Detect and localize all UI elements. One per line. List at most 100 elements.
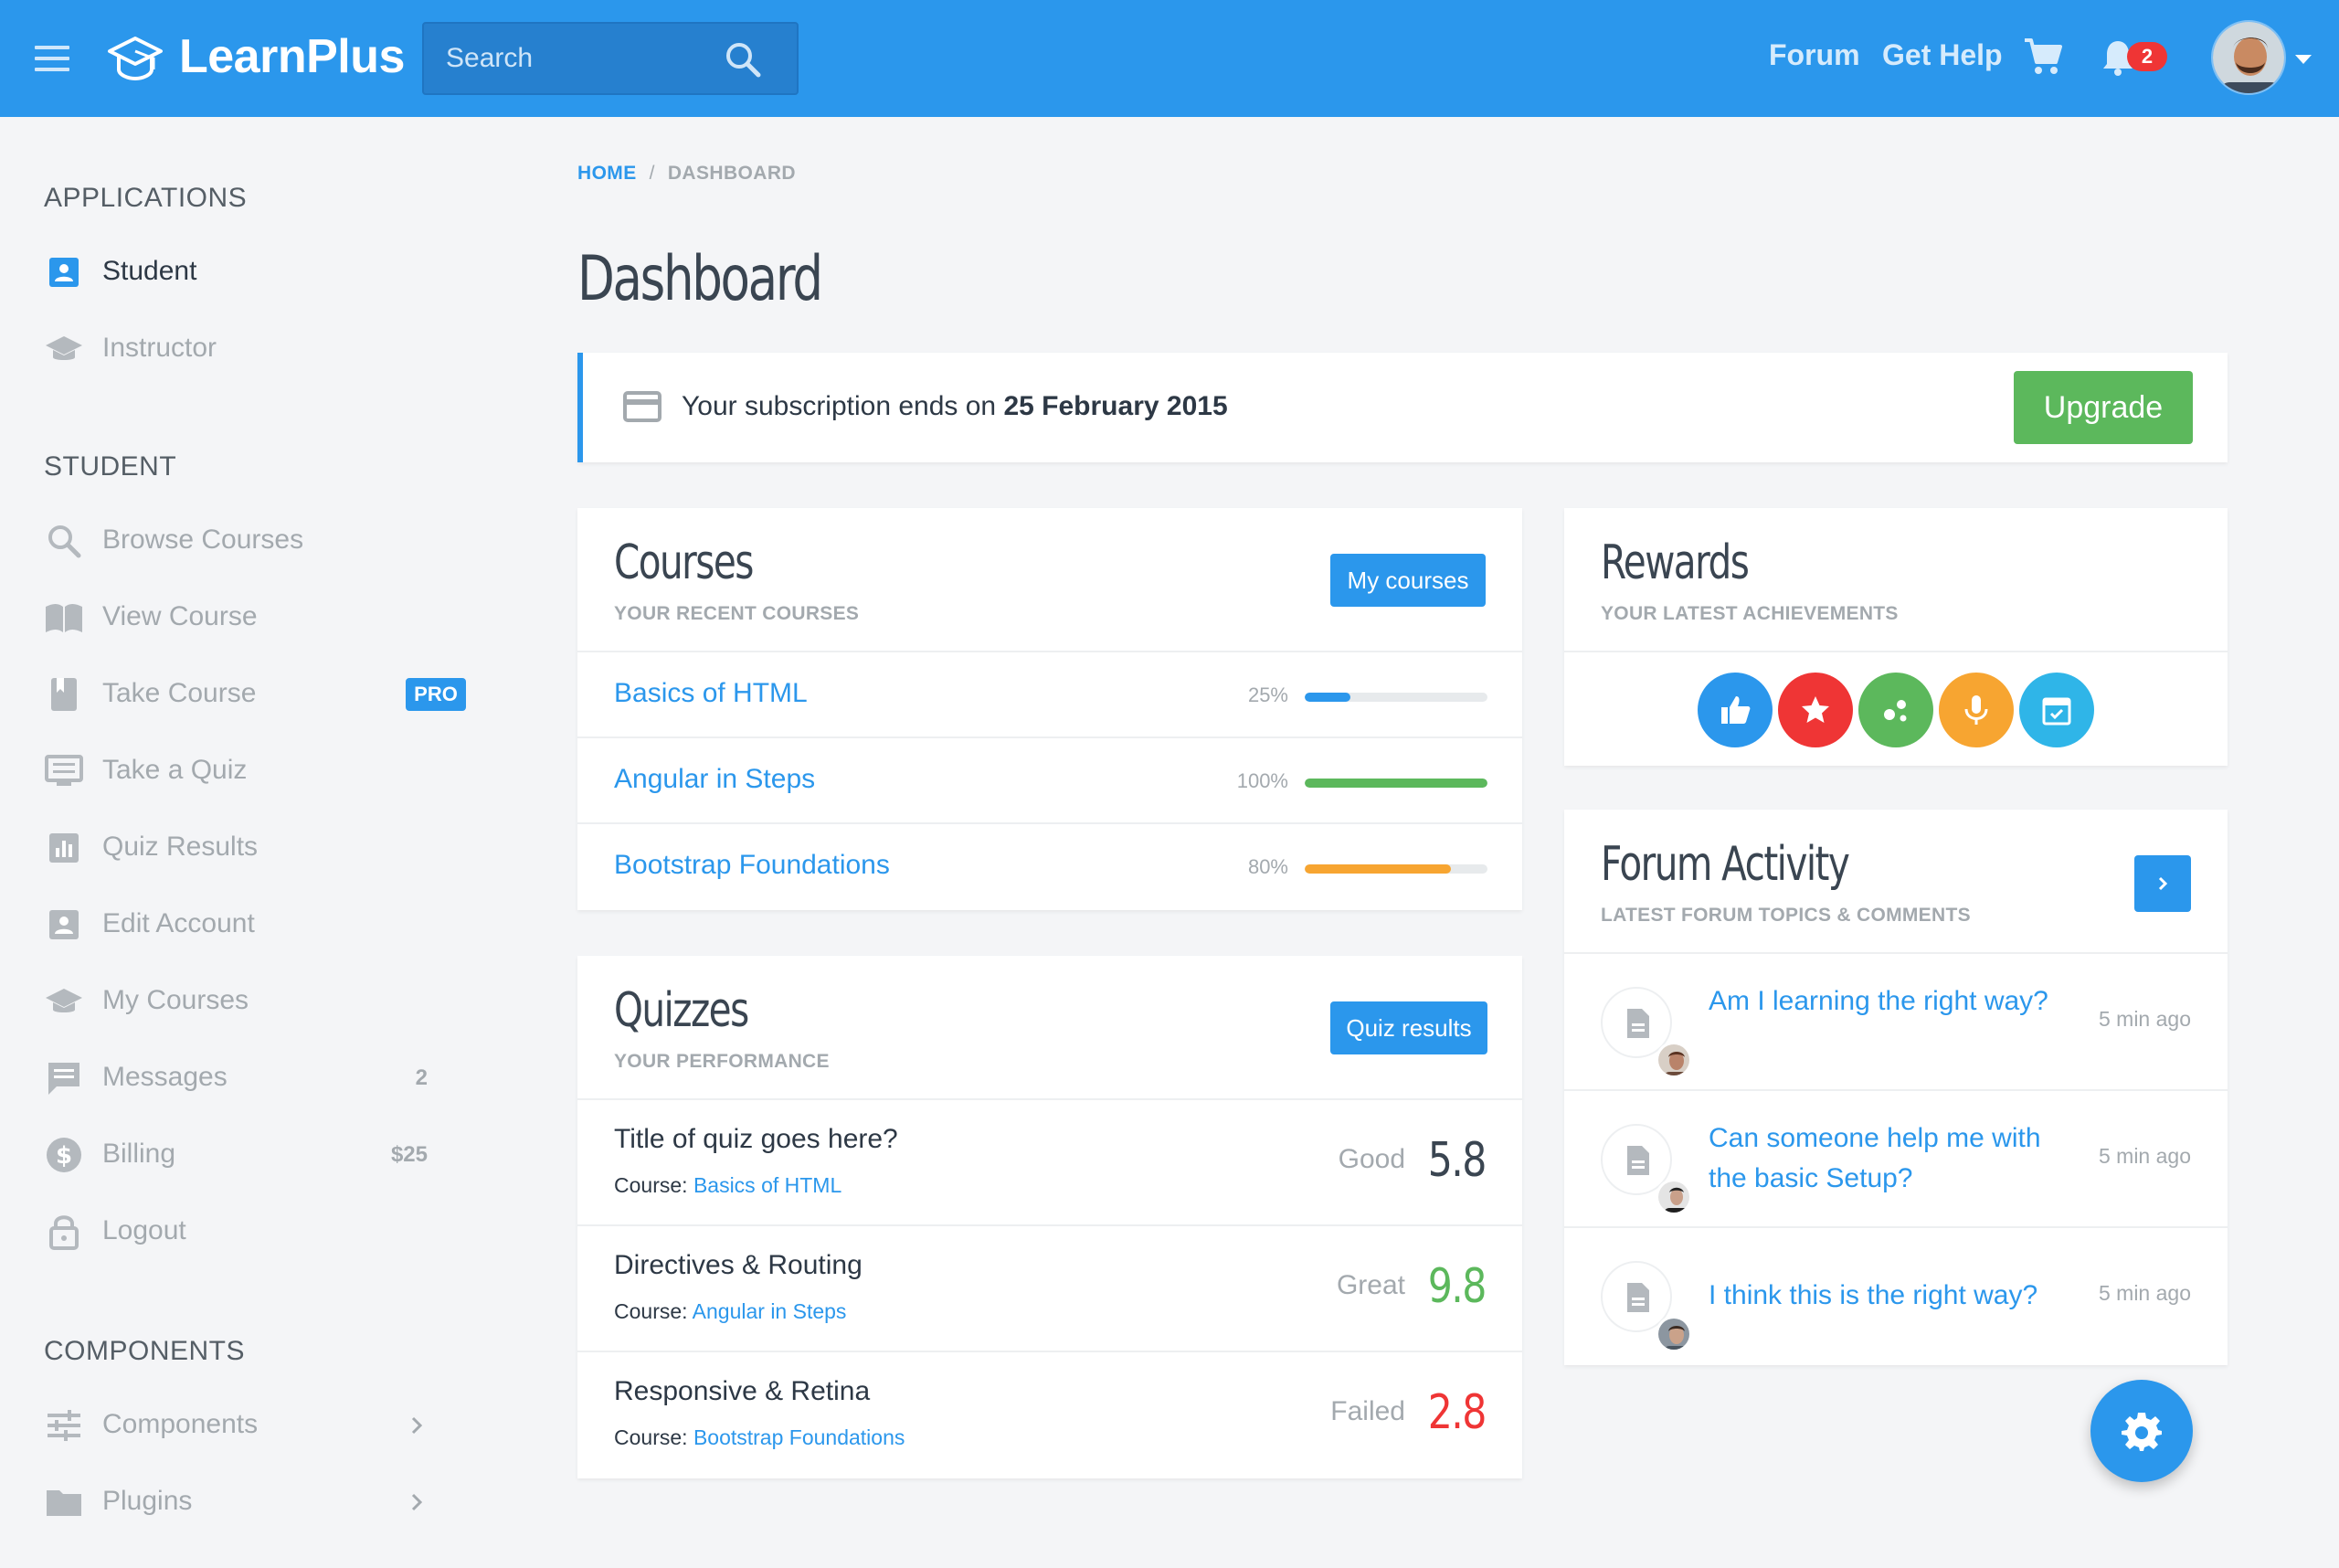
course-row: Basics of HTML 25%	[577, 651, 1522, 736]
sidebar-section-student: STUDENT	[44, 451, 177, 482]
quiz-course-link[interactable]: Basics of HTML	[693, 1173, 841, 1197]
rewards-title: Rewards	[1601, 535, 1750, 590]
quiz-course: Course: Angular in Steps	[614, 1299, 847, 1323]
sidebar-item-plugins[interactable]: Plugins	[44, 1475, 428, 1530]
settings-fab-button[interactable]	[2090, 1380, 2193, 1482]
quiz-title: Responsive & Retina	[614, 1376, 871, 1406]
folder-icon	[47, 1490, 81, 1516]
quiz-verdict: Failed	[1330, 1396, 1405, 1426]
star-icon	[1802, 696, 1829, 723]
sidebar-item-label: Messages	[102, 1062, 228, 1092]
sidebar-item-view-course[interactable]: View Course	[44, 590, 428, 645]
book-open-icon	[46, 604, 82, 632]
forum-topic-link[interactable]: Can someone help me with the basic Setup…	[1709, 1118, 2056, 1199]
quiz-results-button[interactable]: Quiz results	[1330, 1001, 1487, 1054]
forum-topic-link[interactable]: Am I learning the right way?	[1709, 981, 2056, 1022]
course-link[interactable]: Angular in Steps	[614, 764, 815, 795]
course-progress-fill	[1305, 779, 1487, 788]
credit-card-icon	[623, 391, 661, 422]
quiz-course-link[interactable]: Bootstrap Foundations	[693, 1425, 905, 1449]
courses-title: Courses	[614, 535, 754, 590]
forum-next-button[interactable]	[2134, 855, 2191, 912]
search-box	[422, 22, 799, 95]
reward-badge[interactable]	[1778, 673, 1853, 747]
graduation-cap-logo-icon	[108, 37, 163, 81]
sidebar-section-components: COMPONENTS	[44, 1336, 246, 1366]
reward-badge[interactable]	[1858, 673, 1933, 747]
lock-icon	[49, 1215, 79, 1250]
divider	[1564, 651, 2228, 652]
sidebar-item-quiz-results[interactable]: Quiz Results	[44, 821, 428, 875]
document-icon	[1627, 1146, 1649, 1175]
course-row: Angular in Steps 100%	[577, 736, 1522, 822]
sidebar-item-label: Billing	[102, 1139, 176, 1169]
sidebar-item-edit-account[interactable]: Edit Account	[44, 897, 428, 952]
breadcrumb-home-link[interactable]: HOME	[577, 163, 637, 184]
quiz-course-link[interactable]: Angular in Steps	[693, 1299, 847, 1323]
microphone-icon	[1964, 695, 1988, 725]
cart-icon[interactable]	[2023, 37, 2063, 77]
get-help-link[interactable]: Get Help	[1882, 38, 2003, 72]
quizzes-subtitle: YOUR PERFORMANCE	[614, 1051, 830, 1072]
sidebar-item-my-courses[interactable]: My Courses	[44, 974, 428, 1029]
sidebar-item-logout[interactable]: Logout	[44, 1204, 428, 1259]
sidebar-item-components[interactable]: Components	[44, 1398, 428, 1453]
forum-topic-row[interactable]: I think this is the right way? 5 min ago	[1564, 1226, 2228, 1363]
upgrade-button[interactable]: Upgrade	[2014, 371, 2193, 444]
tune-icon	[48, 1410, 80, 1441]
sidebar-item-browse-courses[interactable]: Browse Courses	[44, 514, 428, 568]
forum-topic-row[interactable]: Am I learning the right way? 5 min ago	[1564, 952, 2228, 1089]
chevron-right-icon	[411, 1493, 423, 1511]
course-progress-bar	[1305, 864, 1487, 874]
user-avatar[interactable]	[2211, 20, 2286, 95]
menu-icon[interactable]	[35, 46, 69, 71]
sidebar-item-student[interactable]: Student	[44, 245, 428, 300]
bar-chart-icon	[49, 833, 79, 863]
subscription-end-date: 25 February 2015	[1003, 391, 1228, 421]
sidebar-item-instructor[interactable]: Instructor	[44, 322, 428, 376]
forum-topic-row[interactable]: Can someone help me with the basic Setup…	[1564, 1089, 2228, 1226]
course-link[interactable]: Basics of HTML	[614, 678, 808, 709]
forum-topic-link[interactable]: I think this is the right way?	[1709, 1276, 2056, 1316]
top-navbar: LearnPlus Forum Get Help 2	[0, 0, 2339, 117]
chevron-down-icon[interactable]	[2295, 55, 2312, 64]
sidebar-item-take-a-quiz[interactable]: Take a Quiz	[44, 744, 428, 799]
notification-count-badge: 2	[2127, 42, 2167, 71]
reward-badge[interactable]	[2019, 673, 2094, 747]
forum-topic-time: 5 min ago	[2098, 1007, 2191, 1031]
course-row: Bootstrap Foundations 80%	[577, 822, 1522, 908]
page-title: Dashboard	[577, 243, 823, 315]
forum-title: Forum Activity	[1601, 837, 1850, 892]
course-progress-label: 80%	[1247, 855, 1288, 878]
sidebar-item-label: View Course	[102, 601, 258, 631]
sidebar-item-label: Take a Quiz	[102, 755, 248, 785]
sidebar-item-label: My Courses	[102, 985, 249, 1015]
quiz-row: Responsive & Retina Course: Bootstrap Fo…	[577, 1351, 1522, 1477]
sidebar-item-messages[interactable]: Messages 2	[44, 1051, 428, 1106]
course-link[interactable]: Bootstrap Foundations	[614, 850, 890, 881]
quiz-score: 9.8	[1428, 1259, 1487, 1314]
monitor-icon	[45, 755, 83, 786]
reward-badge[interactable]	[1939, 673, 2014, 747]
sidebar-item-label: Browse Courses	[102, 524, 304, 555]
quiz-score: 2.8	[1428, 1385, 1487, 1440]
quiz-row: Directives & Routing Course: Angular in …	[577, 1224, 1522, 1351]
account-box-icon	[49, 258, 79, 287]
my-courses-button[interactable]: My courses	[1330, 554, 1486, 607]
document-icon	[1627, 1283, 1649, 1312]
breadcrumb: HOME / DASHBOARD	[577, 163, 796, 184]
reward-badge[interactable]	[1698, 673, 1773, 747]
quizzes-title: Quizzes	[614, 983, 749, 1038]
sidebar-item-take-course[interactable]: Take Course PRO	[44, 667, 466, 722]
search-input[interactable]	[424, 24, 716, 93]
svg-text:$: $	[56, 1142, 72, 1170]
quiz-course: Course: Basics of HTML	[614, 1173, 842, 1197]
forum-link[interactable]: Forum	[1769, 38, 1860, 72]
brand-name[interactable]: LearnPlus	[179, 29, 405, 84]
search-icon[interactable]	[724, 40, 762, 79]
forum-topic-time: 5 min ago	[2098, 1281, 2191, 1305]
message-icon	[48, 1063, 79, 1095]
quiz-score: 5.8	[1428, 1133, 1487, 1188]
sidebar-item-billing[interactable]: $ Billing $25	[44, 1128, 428, 1182]
forum-subtitle: LATEST FORUM TOPICS & COMMENTS	[1601, 905, 1971, 926]
